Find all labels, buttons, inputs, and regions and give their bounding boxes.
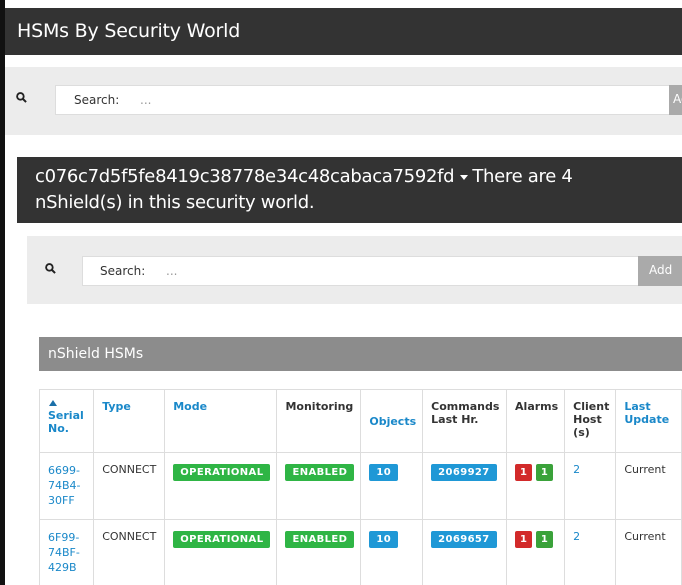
global-search-bar: Search: ... Add (5, 67, 682, 135)
mode-cell: OPERATIONAL (164, 452, 278, 520)
objects-cell: 10 (360, 452, 424, 520)
hsm-search-input[interactable]: Search: ... (82, 256, 642, 286)
search-icon (45, 259, 56, 278)
caret-down-icon[interactable] (460, 174, 469, 180)
table-row: 6F99-74BF-429B CONNECT OPERATIONAL ENABL… (38, 519, 682, 585)
client-host-link[interactable]: 2 (564, 519, 617, 585)
serial-link[interactable]: 6699-74B4-30FF (38, 452, 95, 520)
client-host-link[interactable]: 2 (564, 452, 617, 520)
last-update-cell: Current (615, 452, 682, 520)
search-label: Search: (74, 93, 120, 107)
search-label: Search: (100, 264, 146, 278)
commands-badge: 2069657 (431, 531, 497, 548)
column-header-last-update[interactable]: Last Update (615, 389, 682, 453)
column-header-monitoring: Monitoring (276, 389, 362, 453)
page-header: HSMs By Security World (5, 8, 682, 55)
sort-ascending-icon (49, 400, 57, 406)
column-header-objects[interactable]: Objects (360, 389, 424, 453)
table-header-row: Serial No. Type Mode Monitoring Objects … (38, 389, 682, 453)
type-cell: CONNECT (93, 452, 166, 520)
objects-badge[interactable]: 10 (369, 531, 399, 548)
alarms-cell: 1 1 (506, 519, 566, 585)
mode-badge: OPERATIONAL (173, 531, 271, 548)
column-header-type[interactable]: Type (93, 389, 166, 453)
alarm-green-badge[interactable]: 1 (535, 531, 554, 548)
last-update-cell: Current (615, 519, 682, 585)
column-header-alarms: Alarms (506, 389, 566, 453)
security-world-header: c076c7d5f5fe8419c38778e34c48cabaca7592fd… (17, 157, 682, 223)
monitoring-cell: ENABLED (276, 519, 362, 585)
search-icon (16, 88, 27, 107)
objects-cell: 10 (360, 519, 424, 585)
column-header-serial[interactable]: Serial No. (38, 389, 95, 453)
hsm-section-header: nShield HSMs (39, 337, 682, 371)
alarm-red-badge[interactable]: 1 (515, 464, 533, 481)
alarm-red-badge[interactable]: 1 (515, 531, 533, 548)
column-header-mode[interactable]: Mode (164, 389, 278, 453)
commands-cell: 2069657 (422, 519, 508, 585)
global-search-input[interactable]: Search: ... (55, 85, 672, 115)
commands-badge: 2069927 (431, 464, 497, 481)
add-button-label: Add (649, 263, 673, 277)
search-placeholder: ... (166, 264, 178, 278)
monitoring-cell: ENABLED (276, 452, 362, 520)
add-button[interactable]: Add (638, 256, 682, 286)
table-row: 6699-74B4-30FF CONNECT OPERATIONAL ENABL… (38, 452, 682, 520)
search-placeholder: ... (140, 93, 152, 107)
page-title: HSMs By Security World (17, 20, 241, 42)
hsm-search-bar: Search: ... Add (27, 236, 682, 304)
global-add-label: Add (673, 92, 682, 106)
mode-badge: OPERATIONAL (173, 464, 271, 481)
alarms-cell: 1 1 (506, 452, 566, 520)
mode-cell: OPERATIONAL (164, 519, 278, 585)
alarm-green-badge[interactable]: 1 (535, 464, 554, 481)
monitoring-badge: ENABLED (285, 464, 355, 481)
monitoring-badge: ENABLED (285, 531, 355, 548)
hsm-table: Serial No. Type Mode Monitoring Objects … (38, 389, 682, 585)
objects-badge[interactable]: 10 (369, 464, 399, 481)
security-world-count: There are 4 (472, 166, 573, 187)
security-world-id[interactable]: c076c7d5f5fe8419c38778e34c48cabaca7592fd (35, 166, 455, 187)
column-header-client-host: Client Host (s) (564, 389, 617, 453)
global-add-button[interactable]: Add (669, 85, 682, 115)
type-cell: CONNECT (93, 519, 166, 585)
hsm-section-title: nShield HSMs (48, 346, 144, 362)
serial-link[interactable]: 6F99-74BF-429B (38, 519, 95, 585)
security-world-summary: nShield(s) in this security world. (35, 192, 315, 213)
column-header-commands: Commands Last Hr. (422, 389, 508, 453)
commands-cell: 2069927 (422, 452, 508, 520)
